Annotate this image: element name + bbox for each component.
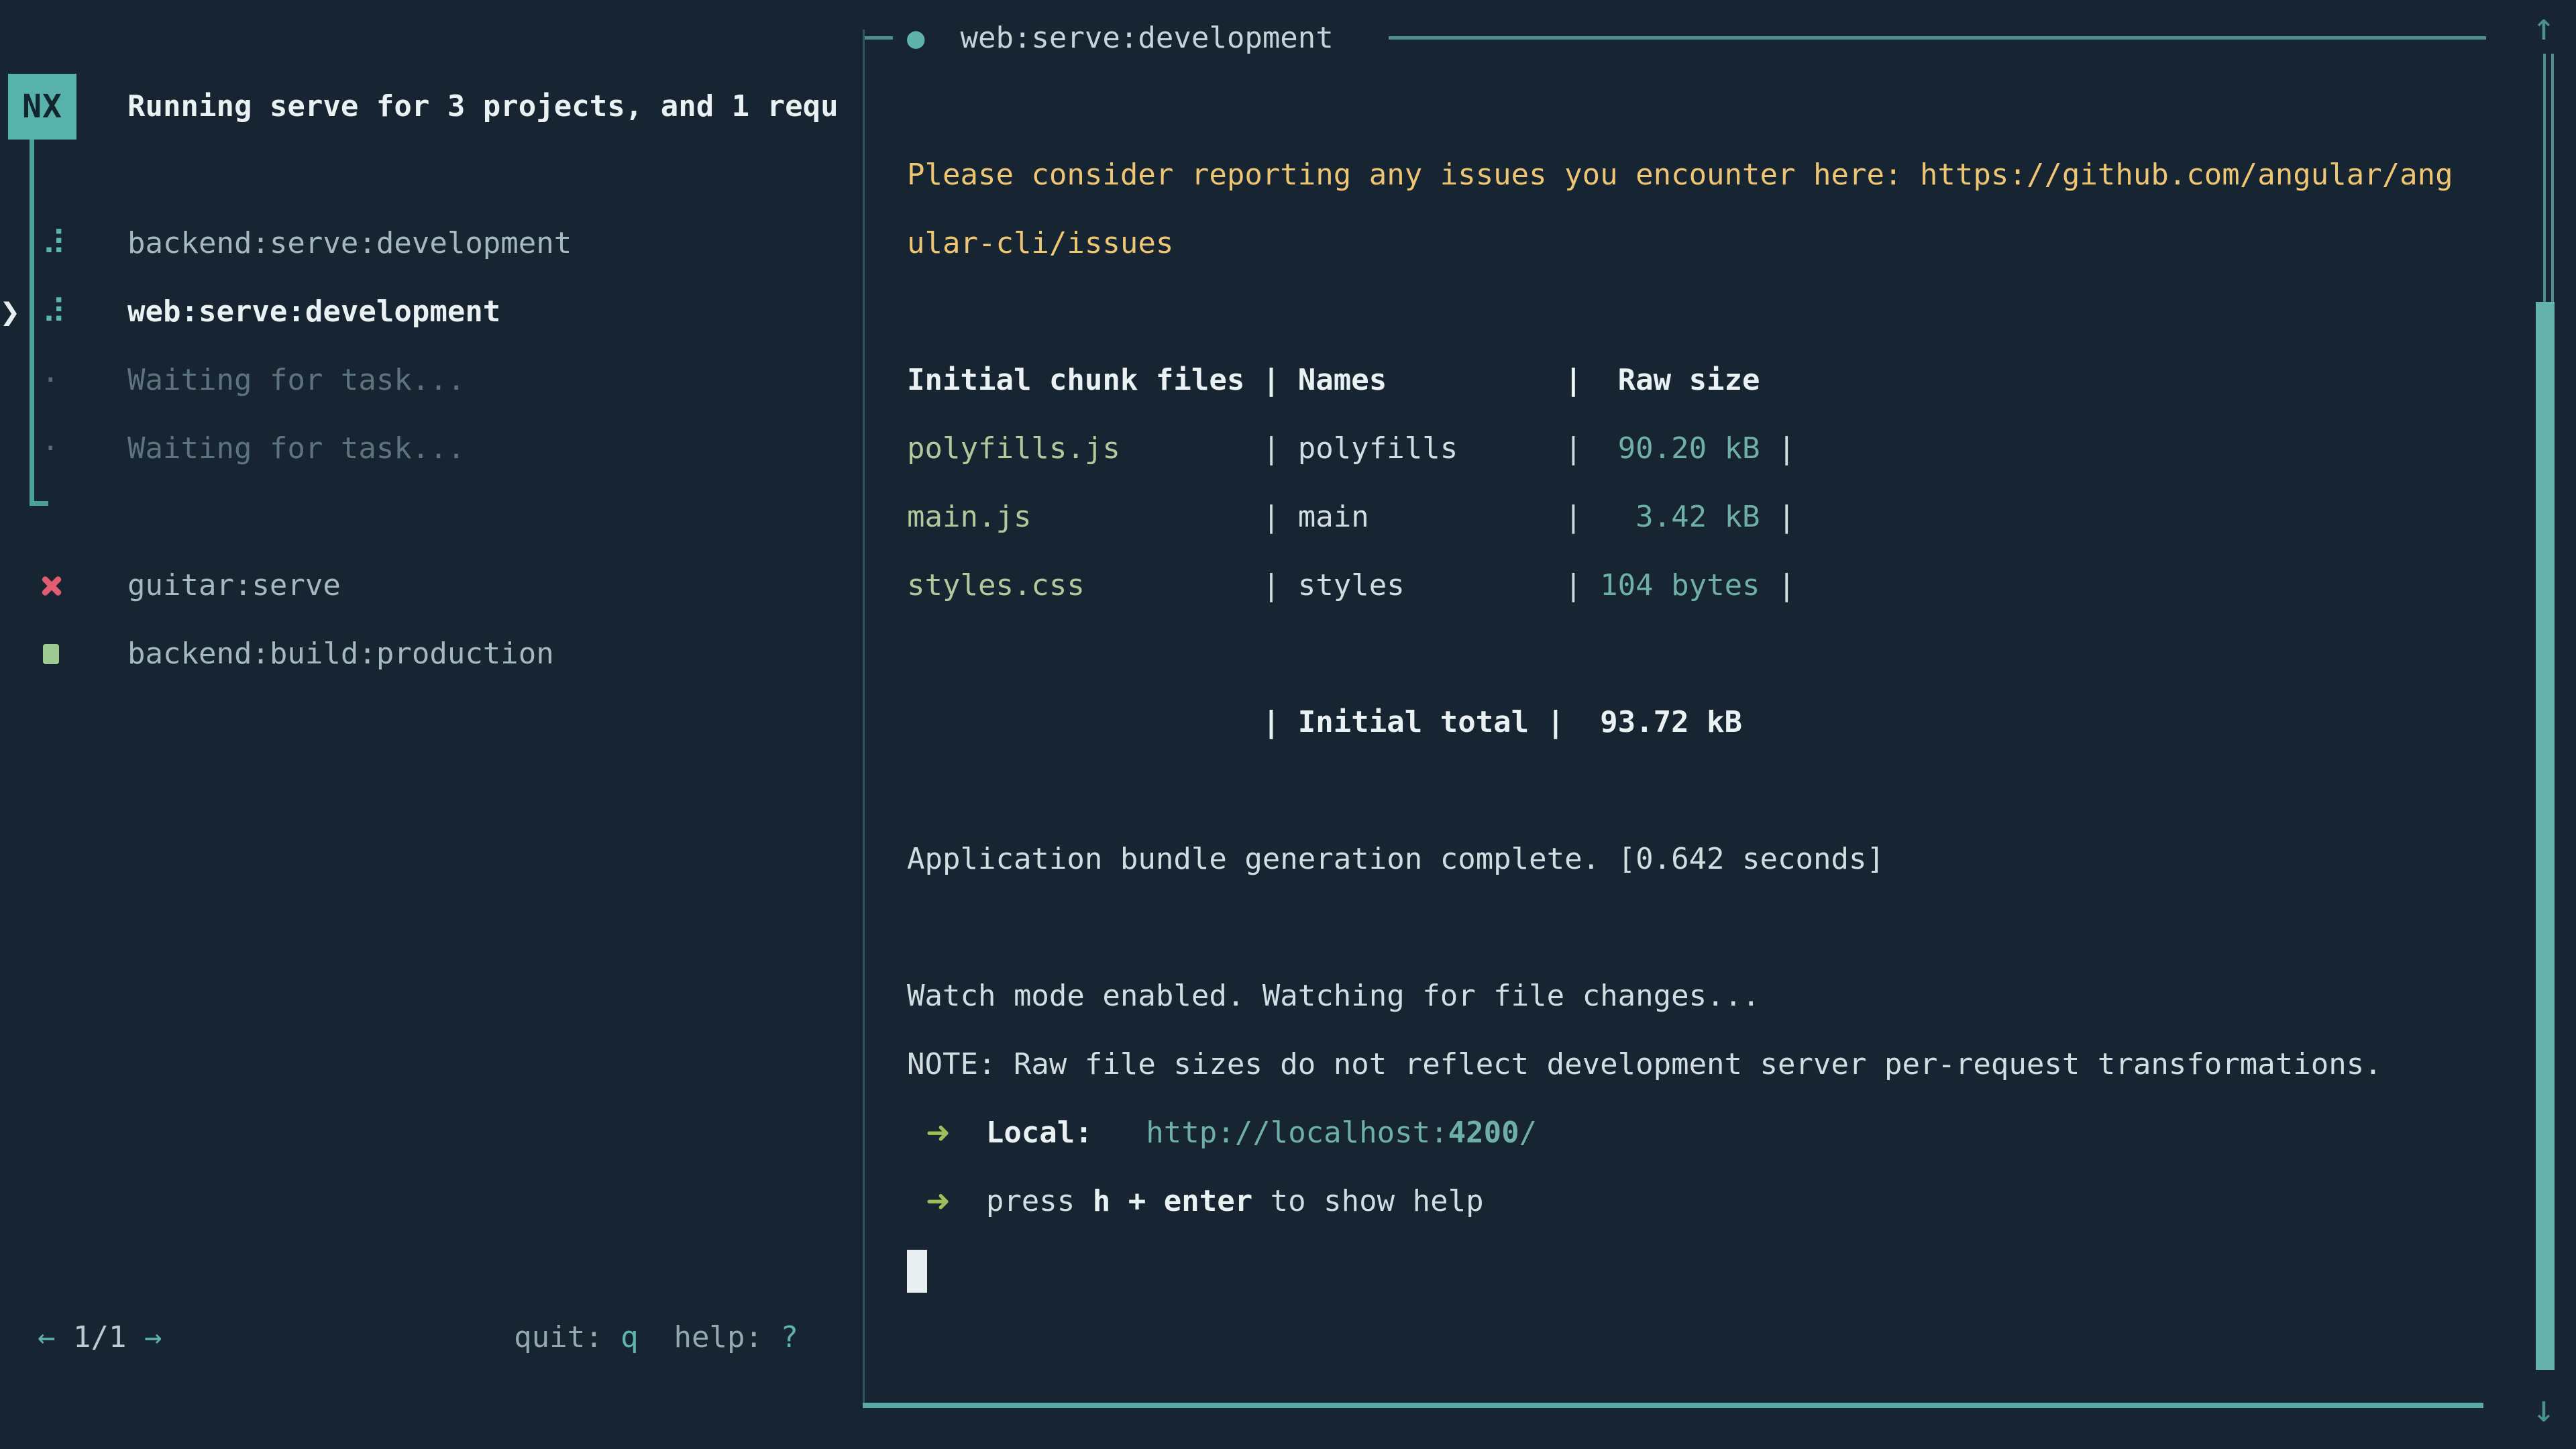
scrollbar-thumb[interactable] [2536,302,2555,1370]
terminal-text: | [1760,500,1796,534]
quit-key: q [621,1320,639,1354]
terminal-line: Initial chunk files | Names | Raw size [907,346,2477,415]
task-success-icon [43,644,59,664]
terminal-line: ular-cli/issues [907,209,2477,278]
terminal-line: main.js | main | 3.42 kB | [907,483,2477,551]
task-waiting-icon: · [42,415,60,483]
nx-logo: NX [8,74,76,140]
page-indicator-value: 1/1 [73,1320,126,1354]
task-waiting-icon: · [42,346,60,415]
warning-text: ular-cli/issues [907,226,1173,260]
pagination: ← 1/1 → [38,1303,162,1372]
terminal-text: ➜ [907,1116,951,1150]
scroll-down-arrow-icon[interactable]: ↓ [2522,1386,2565,1433]
terminal-text: NOTE: Raw file sizes do not reflect deve… [907,1047,2382,1081]
task-row[interactable]: ⠼ backend:serve:development [0,209,863,278]
terminal-text: | Initial total | 93.72 kB [907,705,1742,739]
terminal-output: Please consider reporting any issues you… [907,72,2477,1304]
terminal-line: styles.css | styles | 104 bytes | [907,551,2477,620]
terminal-line [907,620,2477,688]
quit-hint-label: quit: [514,1320,621,1354]
terminal-line [907,72,2477,141]
terminal-text: press [951,1184,1093,1218]
terminal-text: styles.css [907,568,1085,602]
terminal-line [907,757,2477,825]
task-row[interactable]: backend:build:production [0,620,863,688]
selected-task-chevron-icon: ❯ [0,278,20,346]
panel-title-border-stub [865,36,893,40]
sidebar-task-list-panel: NX Running serve for 3 projects, and 1 r… [0,0,863,1449]
terminal-text [1093,1116,1146,1150]
task-label: guitar:serve [127,551,341,620]
local-url[interactable]: 3.42 kB [1582,500,1760,534]
task-spinner-icon: ⠼ [42,209,66,278]
terminal-line [907,894,2477,962]
terminal-line: polyfills.js | polyfills | 90.20 kB | [907,415,2477,483]
panel-title-row: ● web:serve:development [907,4,1334,72]
terminal-line: Watch mode enabled. Watching for file ch… [907,962,2477,1030]
warning-text: Please consider reporting any issues you… [907,158,2453,192]
terminal-text: | [1760,431,1796,466]
sidebar-title: Running serve for 3 projects, and 1 requ [127,72,839,141]
terminal-text: | styles | [1085,568,1582,602]
scroll-up-arrow-icon[interactable]: ↑ [2522,4,2565,51]
terminal-text: | [1760,568,1796,602]
local-url[interactable]: 90.20 kB [1582,431,1760,466]
task-label: backend:build:production [127,620,554,688]
local-url[interactable]: 4200 [1448,1116,1519,1150]
shortcut-hints: quit: q help: ? [463,1303,798,1372]
help-hint-label: help: [639,1320,781,1354]
local-url[interactable]: / [1519,1116,1538,1150]
running-bullet-icon: ● [907,21,925,55]
local-url[interactable]: 104 bytes [1582,568,1760,602]
panel-left-border [863,30,865,1405]
task-spinner-icon: ⠼ [42,278,66,346]
task-label: backend:serve:development [127,209,572,278]
terminal-line [907,1236,2477,1304]
page-next-arrow-icon[interactable]: → [144,1320,162,1354]
task-failed-icon [39,573,64,598]
terminal-text: main.js [907,500,1031,534]
terminal-line: Application bundle generation complete. … [907,825,2477,894]
terminal-text [951,1116,986,1150]
task-label: web:serve:development [127,278,500,346]
help-key: ? [781,1320,799,1354]
terminal-line: Please consider reporting any issues you… [907,141,2477,209]
terminal-text: Application bundle generation complete. … [907,842,1884,876]
local-url[interactable]: http://localhost: [1146,1116,1448,1150]
terminal-text: Local: [986,1116,1093,1150]
terminal-line: | Initial total | 93.72 kB [907,688,2477,757]
terminal-text: to show help [1252,1184,1483,1218]
terminal-text: | main | [1031,500,1582,534]
task-row[interactable]: ❯ ⠼ web:serve:development [0,278,863,346]
terminal-text: h + enter [1093,1184,1252,1218]
terminal-line: ➜ Local: http://localhost:4200/ [907,1099,2477,1167]
panel-title-rule [1389,36,2486,40]
panel-bottom-border [863,1403,2483,1408]
terminal-line: ➜ press h + enter to show help [907,1167,2477,1236]
task-rows: ⠼ backend:serve:development ❯ ⠼ web:serve:de… [0,209,863,688]
task-row[interactable]: · Waiting for task... [0,346,863,415]
terminal-text: Initial chunk files | Names | Raw size [907,363,1760,397]
task-row-spacer [0,483,863,551]
panel-title: web:serve:development [960,21,1333,55]
terminal-text: ➜ [907,1184,951,1218]
terminal-cursor [907,1250,927,1293]
page-indicator [56,1320,74,1354]
terminal-text: Watch mode enabled. Watching for file ch… [907,979,1760,1013]
task-row[interactable]: guitar:serve [0,551,863,620]
terminal-line: NOTE: Raw file sizes do not reflect deve… [907,1030,2477,1099]
task-label: Waiting for task... [127,346,465,415]
task-row[interactable]: · Waiting for task... [0,415,863,483]
task-label: Waiting for task... [127,415,465,483]
terminal-line [907,278,2477,346]
terminal-text: polyfills.js [907,431,1120,466]
terminal-text: | polyfills | [1120,431,1582,466]
page-prev-arrow-icon[interactable]: ← [38,1320,56,1354]
